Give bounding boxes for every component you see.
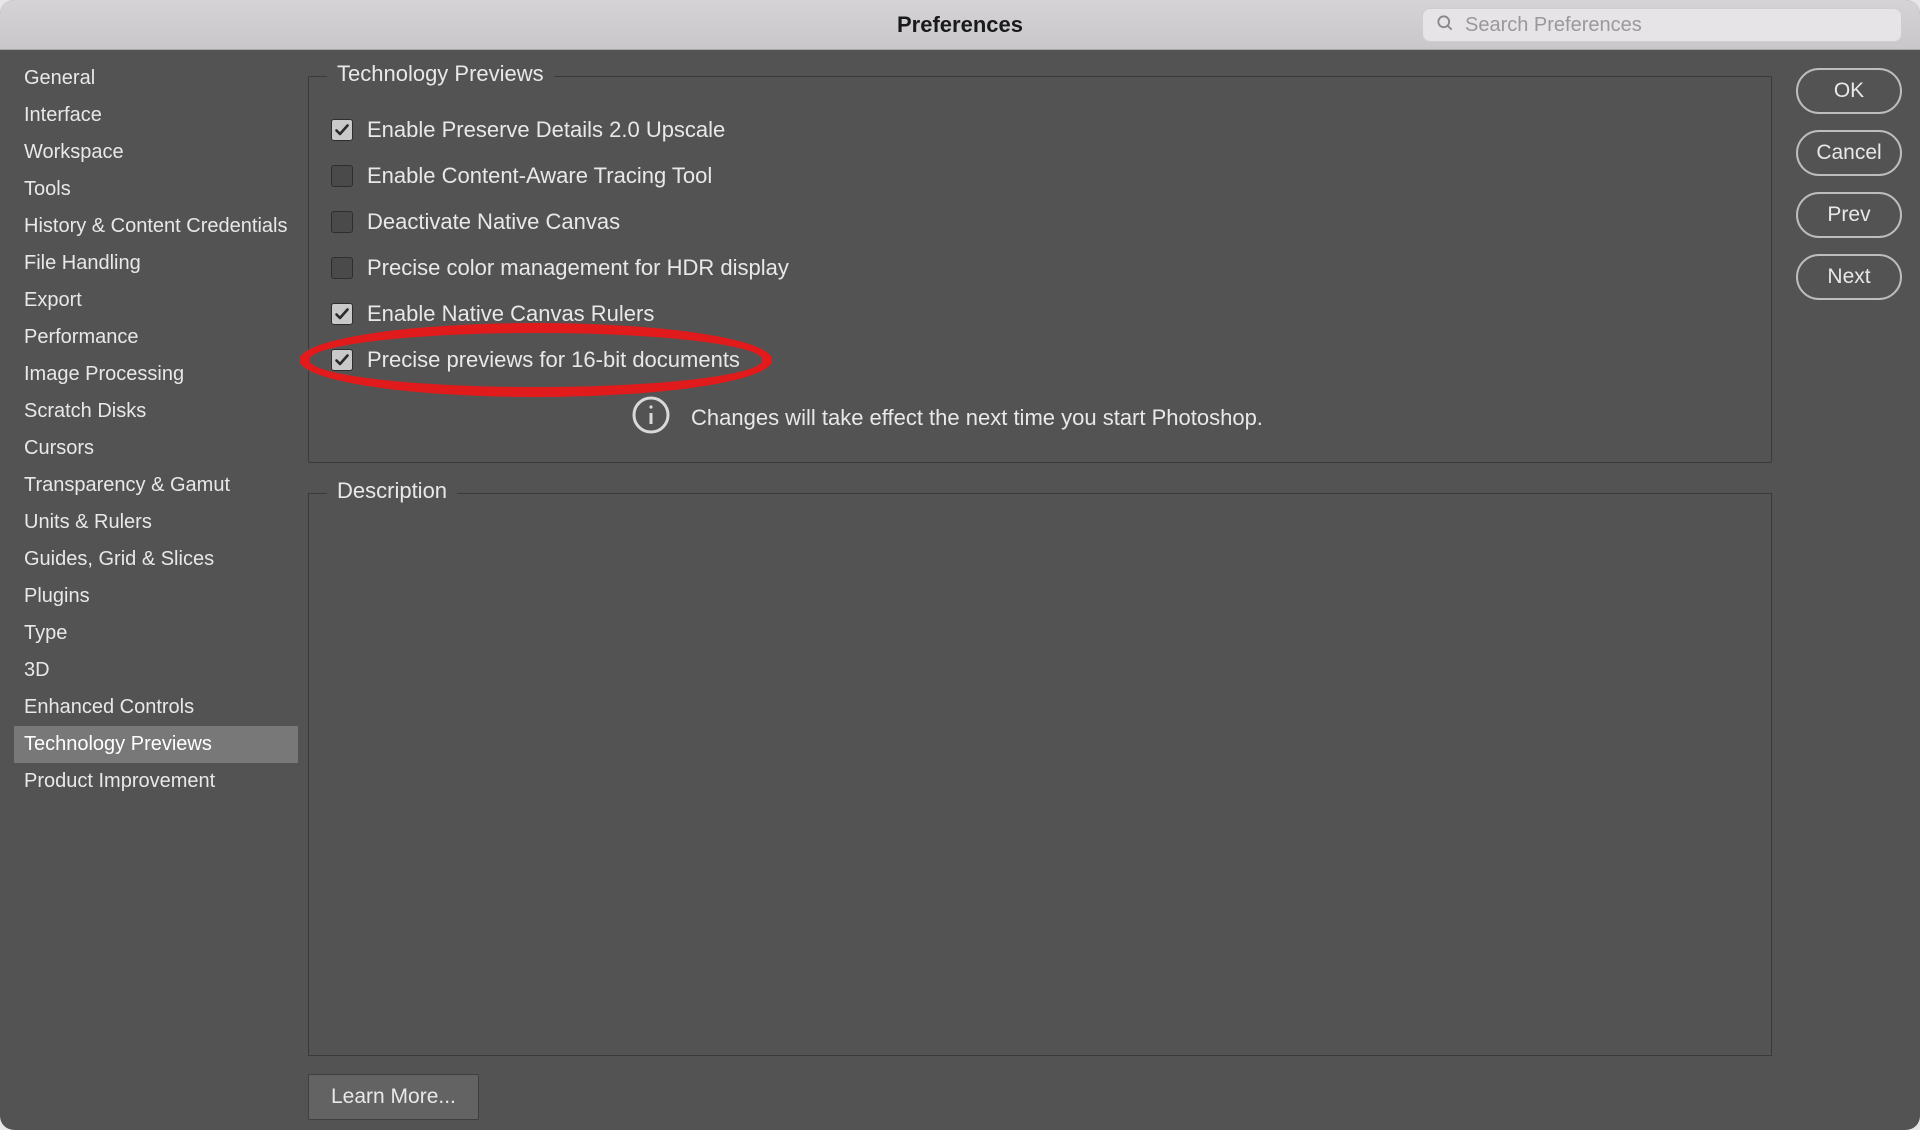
window-title: Preferences bbox=[897, 12, 1023, 38]
titlebar: Preferences bbox=[0, 0, 1920, 50]
sidebar-item[interactable]: Export bbox=[14, 282, 298, 319]
checkbox[interactable] bbox=[331, 211, 353, 233]
sidebar-item[interactable]: Type bbox=[14, 615, 298, 652]
sidebar-item[interactable]: Units & Rulers bbox=[14, 504, 298, 541]
info-text: Changes will take effect the next time y… bbox=[691, 405, 1263, 431]
ok-button[interactable]: OK bbox=[1796, 68, 1902, 114]
cancel-button[interactable]: Cancel bbox=[1796, 130, 1902, 176]
info-icon bbox=[631, 395, 671, 440]
next-button[interactable]: Next bbox=[1796, 254, 1902, 300]
sidebar: GeneralInterfaceWorkspaceToolsHistory & … bbox=[14, 60, 298, 1120]
right-button-column: OK Cancel Prev Next bbox=[1790, 50, 1920, 1130]
checkbox[interactable] bbox=[331, 257, 353, 279]
options-list: Enable Preserve Details 2.0 Upscale Enabl… bbox=[331, 107, 1749, 383]
option-label: Enable Content-Aware Tracing Tool bbox=[367, 163, 712, 189]
sidebar-item[interactable]: Transparency & Gamut bbox=[14, 467, 298, 504]
sidebar-item[interactable]: Cursors bbox=[14, 430, 298, 467]
preferences-window: Preferences GeneralInterfaceWorkspaceToo… bbox=[0, 0, 1920, 1130]
option-label: Enable Native Canvas Rulers bbox=[367, 301, 654, 327]
checkbox[interactable] bbox=[331, 119, 353, 141]
option-row: Precise previews for 16-bit documents bbox=[331, 337, 1749, 383]
checkbox[interactable] bbox=[331, 349, 353, 371]
info-row: Changes will take effect the next time y… bbox=[631, 395, 1749, 440]
sidebar-item[interactable]: Technology Previews bbox=[14, 726, 298, 763]
search-field-wrap[interactable] bbox=[1422, 8, 1902, 42]
sidebar-item[interactable]: General bbox=[14, 60, 298, 97]
description-legend: Description bbox=[327, 478, 457, 504]
sidebar-item[interactable]: Tools bbox=[14, 171, 298, 208]
search-icon bbox=[1435, 13, 1455, 38]
sidebar-item[interactable]: Product Improvement bbox=[14, 763, 298, 800]
sidebar-item[interactable]: Guides, Grid & Slices bbox=[14, 541, 298, 578]
description-group: Description bbox=[308, 493, 1772, 1056]
sidebar-item[interactable]: Enhanced Controls bbox=[14, 689, 298, 726]
window-body: GeneralInterfaceWorkspaceToolsHistory & … bbox=[0, 50, 1920, 1130]
prev-button[interactable]: Prev bbox=[1796, 192, 1902, 238]
group-legend: Technology Previews bbox=[327, 61, 554, 87]
option-label: Precise previews for 16-bit documents bbox=[367, 347, 740, 373]
option-label: Precise color management for HDR display bbox=[367, 255, 789, 281]
sidebar-item[interactable]: Performance bbox=[14, 319, 298, 356]
option-label: Enable Preserve Details 2.0 Upscale bbox=[367, 117, 725, 143]
sidebar-item[interactable]: Scratch Disks bbox=[14, 393, 298, 430]
option-row: Precise color management for HDR display bbox=[331, 245, 1749, 291]
checkbox[interactable] bbox=[331, 165, 353, 187]
option-row: Deactivate Native Canvas bbox=[331, 199, 1749, 245]
main-panel: Technology Previews Enable Preserve Deta… bbox=[298, 50, 1790, 1130]
search-input[interactable] bbox=[1465, 14, 1889, 37]
checkbox[interactable] bbox=[331, 303, 353, 325]
technology-previews-group: Technology Previews Enable Preserve Deta… bbox=[308, 76, 1772, 463]
sidebar-item[interactable]: File Handling bbox=[14, 245, 298, 282]
learn-more-button[interactable]: Learn More... bbox=[308, 1074, 479, 1120]
sidebar-item[interactable]: Interface bbox=[14, 97, 298, 134]
option-row: Enable Native Canvas Rulers bbox=[331, 291, 1749, 337]
sidebar-item[interactable]: Image Processing bbox=[14, 356, 298, 393]
option-row: Enable Preserve Details 2.0 Upscale bbox=[331, 107, 1749, 153]
sidebar-item[interactable]: Workspace bbox=[14, 134, 298, 171]
sidebar-item[interactable]: 3D bbox=[14, 652, 298, 689]
option-label: Deactivate Native Canvas bbox=[367, 209, 620, 235]
sidebar-item[interactable]: Plugins bbox=[14, 578, 298, 615]
option-row: Enable Content-Aware Tracing Tool bbox=[331, 153, 1749, 199]
sidebar-item[interactable]: History & Content Credentials bbox=[14, 208, 298, 245]
